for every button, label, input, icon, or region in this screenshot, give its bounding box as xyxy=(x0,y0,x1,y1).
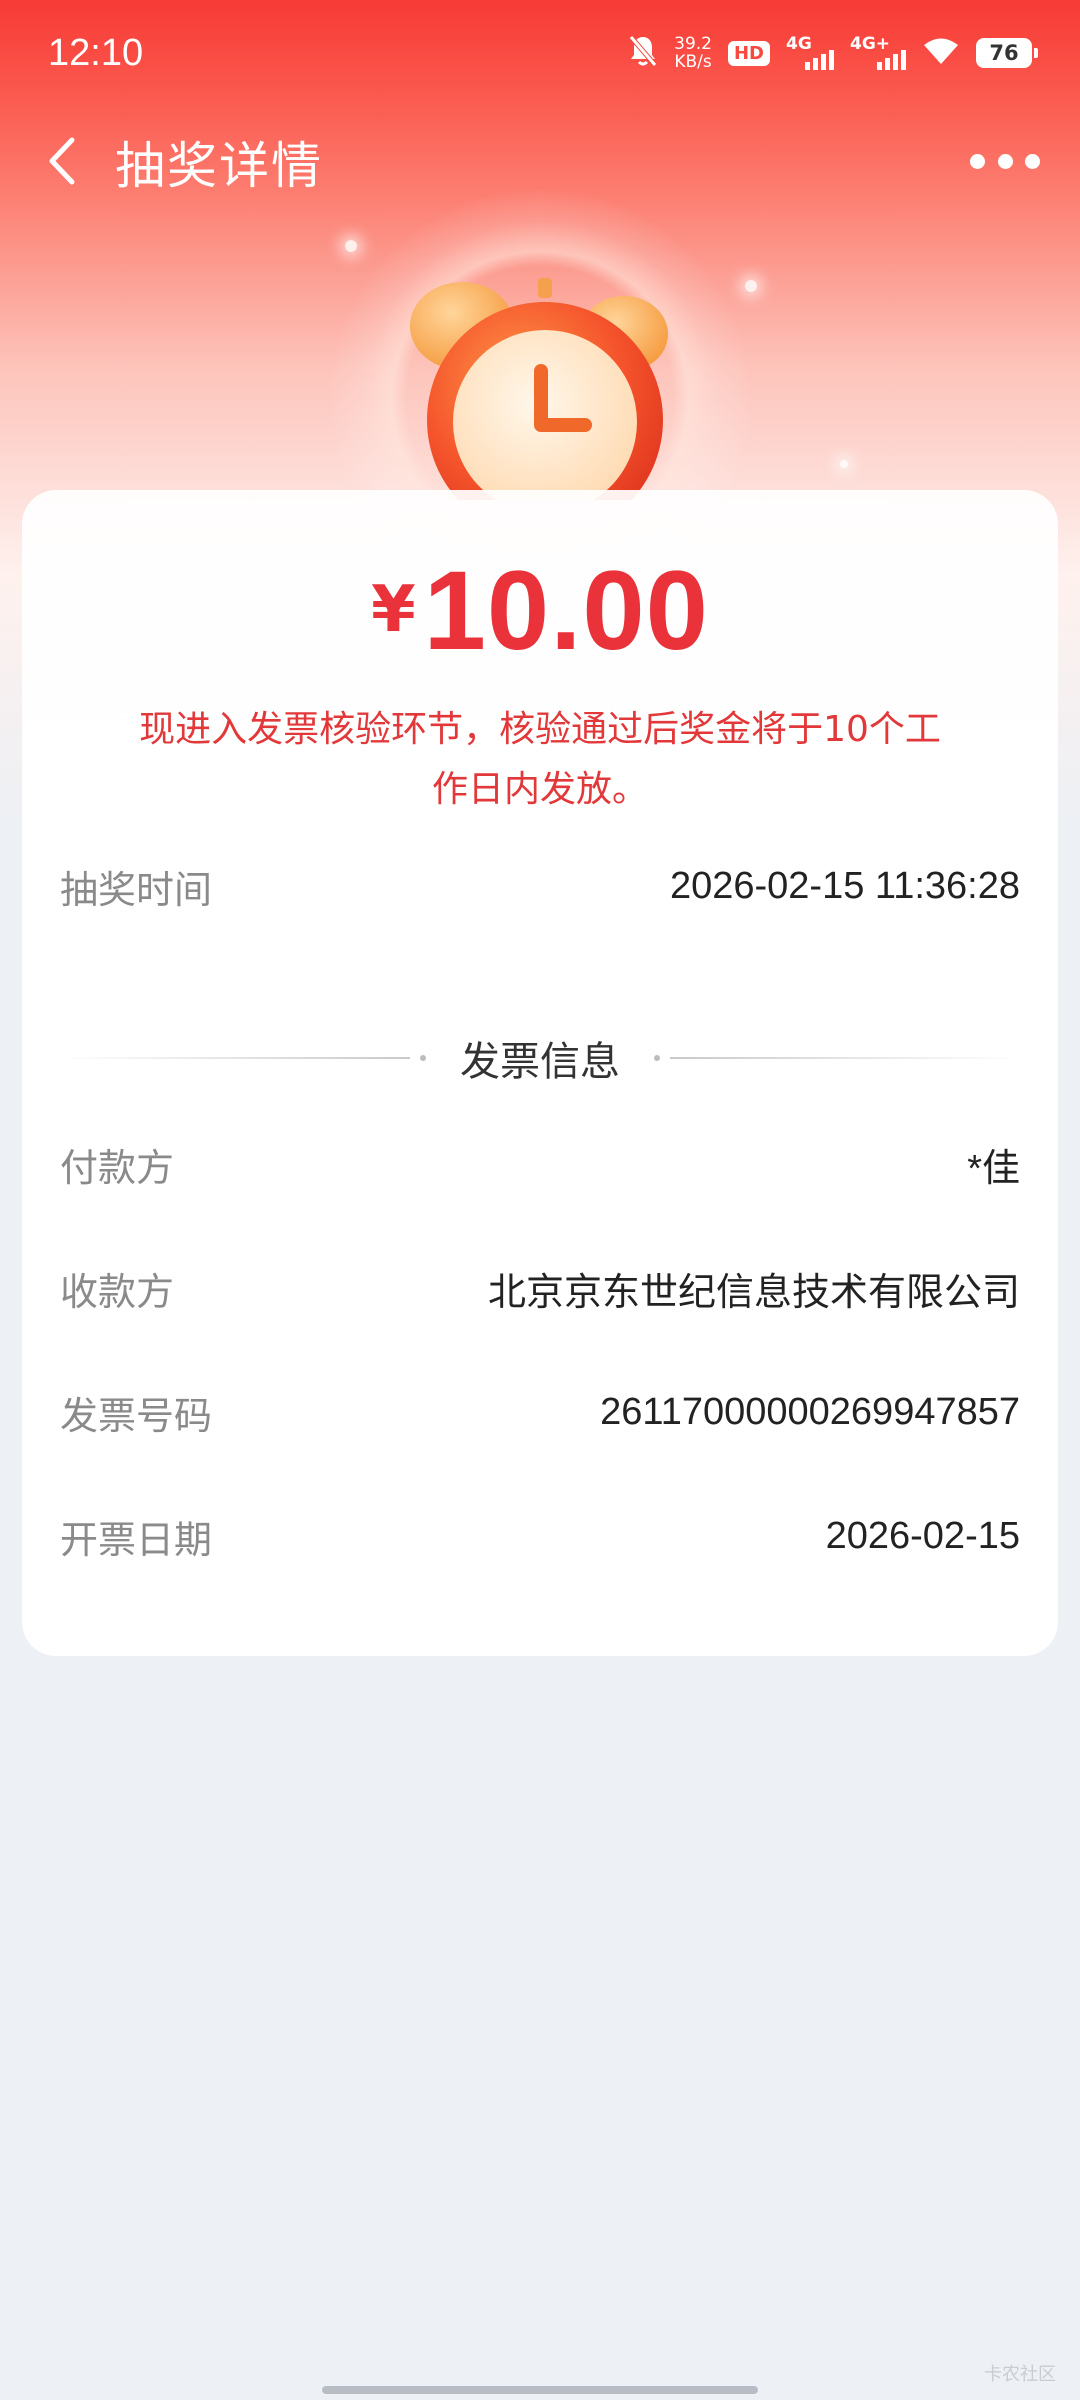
amount-value: 10.00 xyxy=(423,548,709,673)
alarm-clock-icon xyxy=(380,260,700,538)
divider-line xyxy=(60,1057,410,1059)
invoice-date-row: 开票日期 2026-02-15 xyxy=(60,1506,1020,1566)
draw-time-label: 抽奖时间 xyxy=(60,867,213,912)
draw-time-value: 2026-02-15 11:36:28 xyxy=(669,864,1020,907)
invoice-section-title: 发票信息 xyxy=(460,1039,620,1085)
payee-label: 收款方 xyxy=(60,1269,175,1314)
sparkle xyxy=(345,240,357,252)
invoice-number-value: 26117000000269947857 xyxy=(600,1390,1020,1433)
status-bar: 12:10 39.2 KB/s HD 4G 4G+ 76 xyxy=(0,0,1080,110)
chevron-left-icon xyxy=(49,137,75,185)
battery-indicator: 76 xyxy=(976,38,1038,68)
payer-row: 付款方 *佳 xyxy=(60,1134,1020,1194)
payer-label: 付款方 xyxy=(60,1145,175,1190)
draw-time-row: 抽奖时间 2026-02-15 11:36:28 xyxy=(60,856,1020,916)
invoice-section-divider: 发票信息 xyxy=(60,1028,1020,1088)
signal-strength-icon: 4G xyxy=(786,34,834,70)
more-dot-icon xyxy=(1025,153,1040,169)
more-options-button[interactable] xyxy=(970,136,1040,186)
page-title: 抽奖详情 xyxy=(115,137,323,195)
payee-value: 北京京东世纪信息技术有限公司 xyxy=(487,1271,1020,1314)
signal-strength-icon: 4G+ xyxy=(850,34,906,70)
status-icons: 39.2 KB/s HD 4G 4G+ 76 xyxy=(628,34,1038,72)
network-speed: 39.2 KB/s xyxy=(674,35,712,71)
hd-badge: HD xyxy=(727,40,770,66)
back-button[interactable] xyxy=(36,126,96,196)
mute-bell-icon xyxy=(628,34,658,72)
network-speed-value: 39.2 xyxy=(674,34,712,54)
nav-bar: 抽奖详情 xyxy=(0,110,1080,210)
divider-line xyxy=(670,1057,1020,1059)
verification-notice: 现进入发票核验环节，核验通过后奖金将于10个工作日内发放。 xyxy=(139,709,941,810)
network-speed-unit: KB/s xyxy=(674,52,712,72)
wifi-icon xyxy=(922,36,960,70)
payer-value: *佳 xyxy=(967,1147,1020,1190)
watermark: 卡农社区 xyxy=(984,2364,1056,2385)
prize-card: ¥10.00 现进入发票核验环节，核验通过后奖金将于10个工作日内发放。 抽奖时… xyxy=(22,490,1058,1656)
screen: 12:10 39.2 KB/s HD 4G 4G+ 76 抽奖详情 ¥10.00… xyxy=(0,0,1080,2400)
sparkle xyxy=(840,460,848,468)
prize-amount: ¥10.00 xyxy=(22,546,1058,675)
home-indicator[interactable] xyxy=(322,2386,758,2394)
invoice-date-label: 开票日期 xyxy=(60,1517,213,1562)
more-dot-icon xyxy=(970,153,985,169)
payee-row: 收款方 北京京东世纪信息技术有限公司 xyxy=(60,1258,1020,1318)
divider-dot xyxy=(420,1055,426,1061)
status-time: 12:10 xyxy=(48,32,144,74)
invoice-number-label: 发票号码 xyxy=(60,1393,213,1438)
invoice-number-row: 发票号码 26117000000269947857 xyxy=(60,1382,1020,1442)
sparkle xyxy=(745,280,757,292)
invoice-date-value: 2026-02-15 xyxy=(825,1514,1020,1557)
divider-dot xyxy=(654,1055,660,1061)
more-dot-icon xyxy=(997,153,1013,169)
currency-symbol: ¥ xyxy=(371,573,416,647)
